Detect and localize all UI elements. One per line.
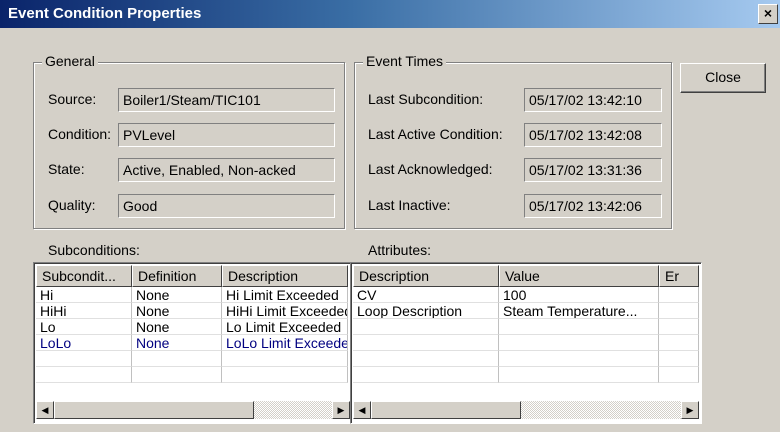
- last-acknowledged-field: 05/17/02 13:31:36: [524, 158, 662, 182]
- cell-value: Steam Temperature...: [499, 303, 659, 319]
- last-active-condition-field: 05/17/02 13:42:08: [524, 123, 662, 147]
- attributes-col-er[interactable]: Er: [659, 265, 699, 287]
- last-subcondition-label: Last Subcondition:: [368, 91, 484, 107]
- state-label: State:: [48, 161, 85, 177]
- last-inactive-label: Last Inactive:: [368, 197, 451, 213]
- table-row-selected[interactable]: LoLo None LoLo Limit Exceeded: [36, 335, 348, 351]
- scroll-right-icon[interactable]: ▶: [332, 401, 350, 419]
- condition-label: Condition:: [48, 126, 112, 142]
- cell-definition: None: [132, 287, 222, 303]
- subconditions-col-description[interactable]: Description: [222, 265, 348, 287]
- window-close-icon[interactable]: ×: [758, 4, 778, 24]
- table-row[interactable]: HiHi None HiHi Limit Exceeded: [36, 303, 348, 319]
- cell-subcondition: Lo: [36, 319, 132, 335]
- scroll-left-icon[interactable]: ◀: [36, 401, 54, 419]
- cell-er: [659, 303, 699, 319]
- event-times-legend: Event Times: [363, 53, 447, 69]
- last-active-condition-label: Last Active Condition:: [368, 126, 503, 142]
- cell-description: Lo Limit Exceeded: [222, 319, 348, 335]
- table-row-empty: [353, 351, 699, 367]
- attributes-rows: CV 100 Loop Description Steam Temperatur…: [353, 287, 699, 383]
- cell-definition: None: [132, 319, 222, 335]
- close-button[interactable]: Close: [680, 63, 766, 93]
- cell-subcondition: Hi: [36, 287, 132, 303]
- source-field: Boiler1/Steam/TIC101: [118, 88, 335, 112]
- state-field: Active, Enabled, Non-acked: [118, 158, 335, 182]
- subconditions-col-subcondition[interactable]: Subcondit...: [36, 265, 132, 287]
- subconditions-rows: Hi None Hi Limit Exceeded HiHi None HiHi…: [36, 287, 348, 383]
- cell-er: [659, 287, 699, 303]
- quality-field: Good: [118, 194, 335, 218]
- cell-description: HiHi Limit Exceeded: [222, 303, 348, 319]
- scroll-right-icon[interactable]: ▶: [681, 401, 699, 419]
- table-row[interactable]: Lo None Lo Limit Exceeded: [36, 319, 348, 335]
- scroll-thumb[interactable]: [54, 401, 254, 419]
- table-row[interactable]: CV 100: [353, 287, 699, 303]
- condition-field: PVLevel: [118, 123, 335, 147]
- general-legend: General: [42, 53, 98, 69]
- cell-description: LoLo Limit Exceeded: [222, 335, 348, 351]
- table-row[interactable]: Loop Description Steam Temperature...: [353, 303, 699, 319]
- subconditions-col-definition[interactable]: Definition: [132, 265, 222, 287]
- cell-value: 100: [499, 287, 659, 303]
- title-bar: Event Condition Properties ×: [0, 0, 780, 28]
- attributes-list[interactable]: Description Value Er CV 100 Loop Descrip…: [350, 262, 702, 424]
- cell-definition: None: [132, 335, 222, 351]
- subconditions-label: Subconditions:: [48, 242, 140, 258]
- cell-description: Loop Description: [353, 303, 499, 319]
- last-acknowledged-label: Last Acknowledged:: [368, 161, 493, 177]
- attributes-col-description[interactable]: Description: [353, 265, 499, 287]
- table-row[interactable]: Hi None Hi Limit Exceeded: [36, 287, 348, 303]
- quality-label: Quality:: [48, 197, 96, 213]
- cell-description: CV: [353, 287, 499, 303]
- attributes-col-value[interactable]: Value: [499, 265, 659, 287]
- cell-subcondition: LoLo: [36, 335, 132, 351]
- cell-subcondition: HiHi: [36, 303, 132, 319]
- attributes-label: Attributes:: [368, 242, 432, 258]
- last-inactive-field: 05/17/02 13:42:06: [524, 194, 662, 218]
- source-label: Source:: [48, 91, 97, 107]
- table-row-empty: [353, 367, 699, 383]
- cell-definition: None: [132, 303, 222, 319]
- attributes-header: Description Value Er: [353, 265, 699, 287]
- table-row-empty: [36, 351, 348, 367]
- subconditions-header: Subcondit... Definition Description: [36, 265, 348, 287]
- table-row-empty: [353, 319, 699, 335]
- window-title: Event Condition Properties: [8, 5, 202, 22]
- scroll-left-icon[interactable]: ◀: [353, 401, 371, 419]
- table-row-empty: [36, 367, 348, 383]
- last-subcondition-field: 05/17/02 13:42:10: [524, 88, 662, 112]
- subconditions-hscrollbar[interactable]: ◀ ▶: [36, 401, 350, 419]
- cell-description: Hi Limit Exceeded: [222, 287, 348, 303]
- attributes-hscrollbar[interactable]: ◀ ▶: [353, 401, 699, 419]
- scroll-thumb[interactable]: [371, 401, 521, 419]
- table-row-empty: [353, 335, 699, 351]
- subconditions-list[interactable]: Subcondit... Definition Description Hi N…: [33, 262, 353, 424]
